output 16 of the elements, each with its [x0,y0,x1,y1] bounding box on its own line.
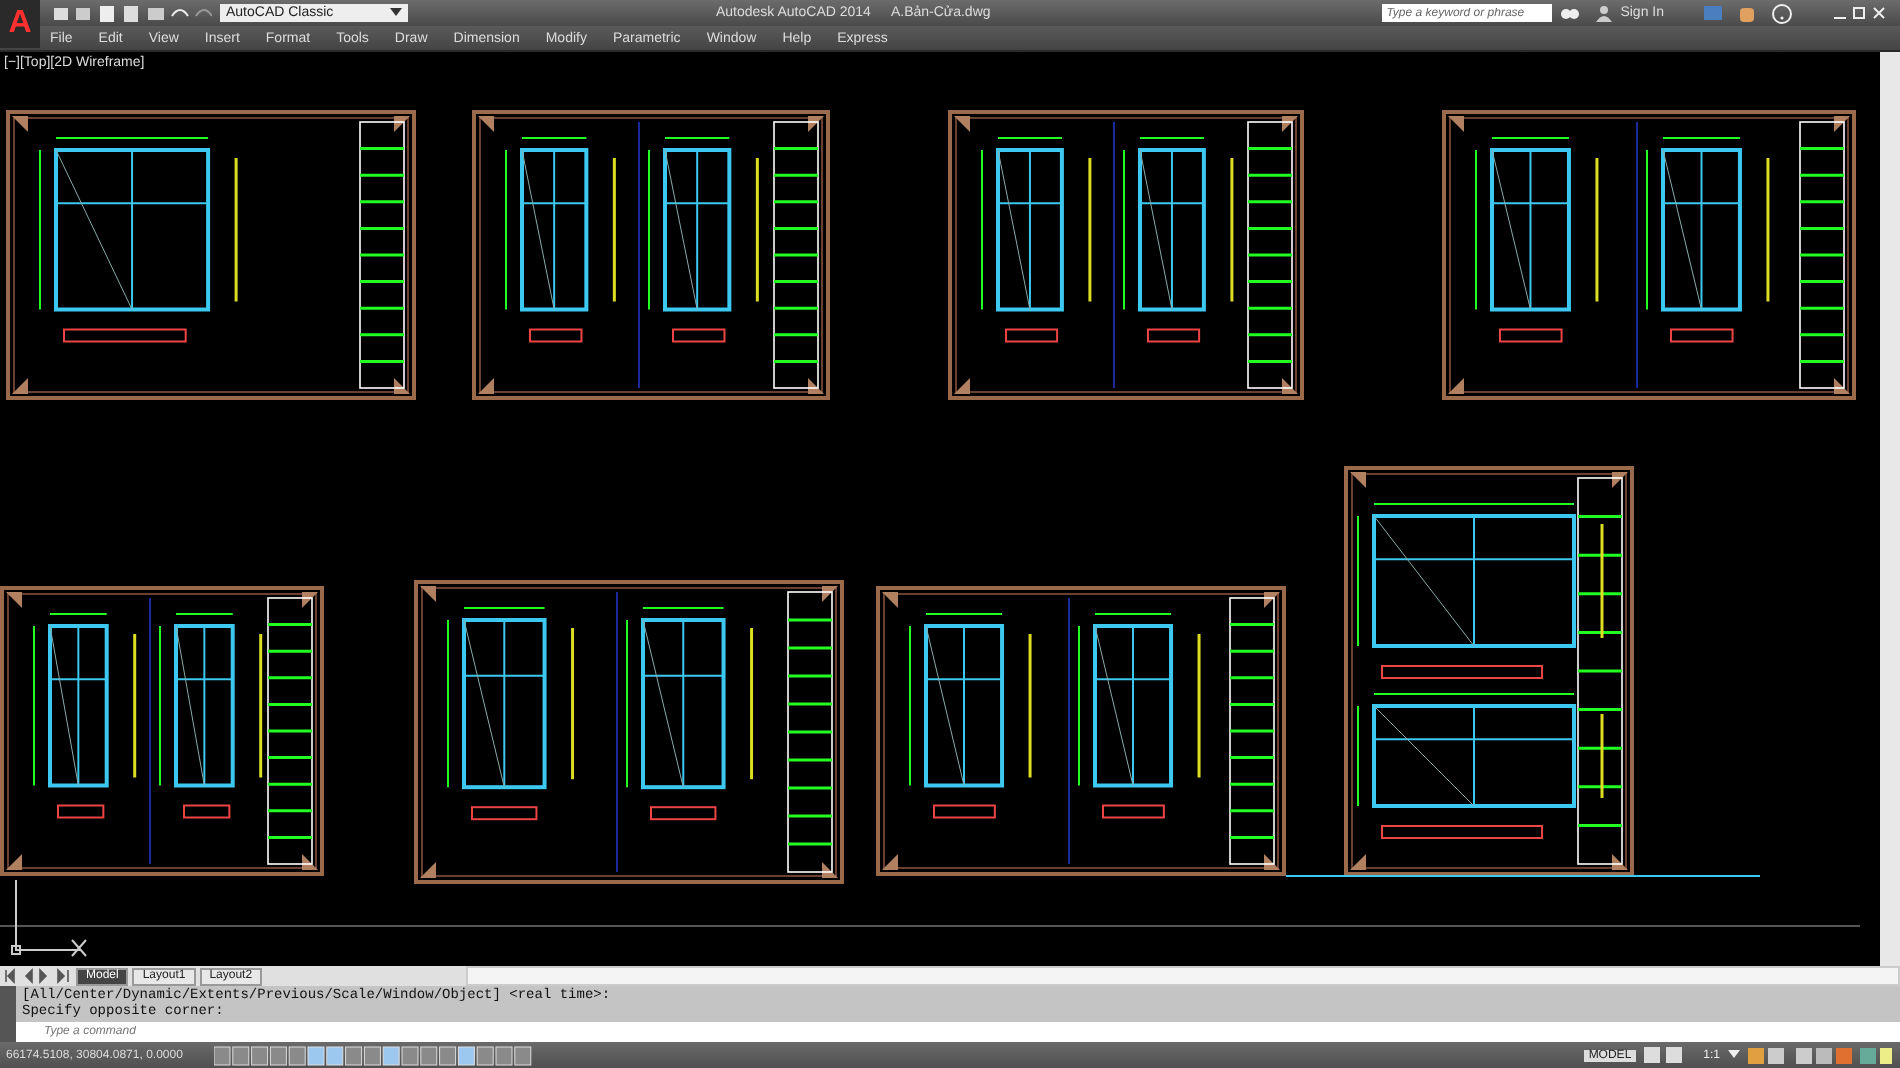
horizontal-scrollbar[interactable] [466,966,1900,986]
status-tray-icon[interactable] [1748,1045,1892,1065]
ucs-icon [11,879,87,957]
vertical-scrollbar[interactable] [1880,52,1900,966]
binoculars-icon[interactable] [1560,4,1581,22]
caret-icon [1728,1050,1740,1060]
user-icon [1596,4,1613,22]
application-menu-button[interactable]: A [0,0,40,48]
window-controls-icon[interactable] [1832,4,1888,22]
command-window-grip[interactable] [0,986,16,1022]
help-icon[interactable] [1772,3,1792,23]
drafting-toggles-icon[interactable] [214,1045,535,1065]
tab-navigation-icon[interactable] [4,968,72,984]
caret-icon [390,8,402,18]
command-customize-grip[interactable] [0,1022,16,1042]
quick-access-toolbar-icon[interactable] [52,3,212,23]
